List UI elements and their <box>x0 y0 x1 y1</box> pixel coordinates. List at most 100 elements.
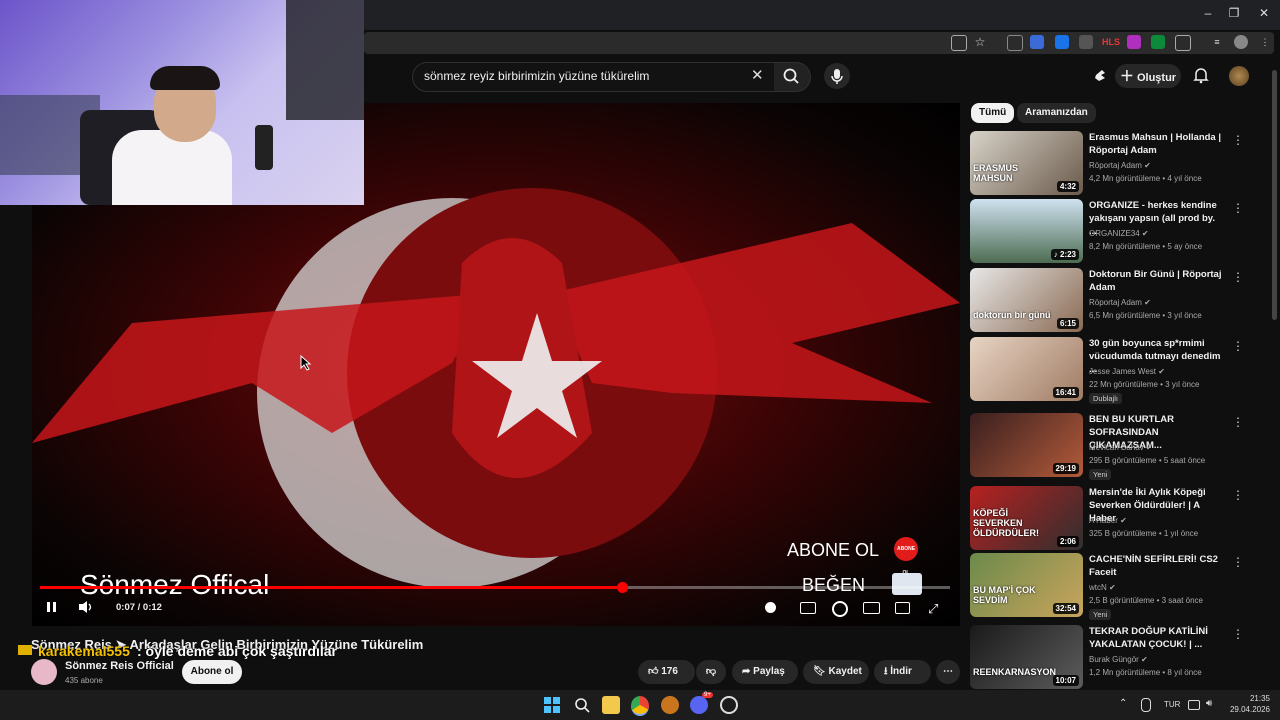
subscribe-button[interactable]: Abone ol <box>182 660 242 684</box>
clock-time[interactable]: 21:35 <box>1232 694 1270 703</box>
media-control-icon[interactable]: ≡ <box>1210 35 1224 49</box>
theater-mode-icon[interactable] <box>863 602 880 614</box>
page-scrollbar[interactable] <box>1272 70 1277 320</box>
bookmark-star-icon[interactable]: ☆ <box>973 35 987 49</box>
recommendation-thumbnail[interactable]: ♪ 2:23 <box>970 199 1083 263</box>
save-label: Kaydet <box>828 666 862 677</box>
pause-button[interactable] <box>46 601 58 613</box>
create-button[interactable]: ＋ Oluştur <box>1115 64 1181 88</box>
account-avatar[interactable] <box>1229 66 1249 86</box>
tray-chevron-up-icon[interactable]: ⌃ <box>1119 698 1127 709</box>
more-vertical-icon[interactable]: ⋮ <box>1232 339 1244 353</box>
like-button[interactable]: 👍︎ 176 <box>638 660 695 684</box>
recommendation-item[interactable]: 29:19 BEN BU KURTLAR SOFRASINDAN ÇIKAMAZS… <box>970 413 1270 480</box>
extension-icon[interactable] <box>1127 35 1141 49</box>
recommendation-channel[interactable]: ORGANIZE34 ✔ <box>1089 227 1239 240</box>
calendar-extension-icon[interactable] <box>1055 35 1069 49</box>
clear-search-icon[interactable]: ✕ <box>751 66 764 84</box>
recommendation-thumbnail[interactable]: 29:19 <box>970 413 1083 477</box>
recommendation-channel[interactable]: Röportaj Adam ✔ <box>1089 159 1239 172</box>
autoplay-toggle[interactable] <box>765 602 776 613</box>
chrome-icon[interactable] <box>631 696 649 716</box>
extension-icon[interactable] <box>1151 35 1165 49</box>
chip-all[interactable]: Tümü <box>971 103 1015 123</box>
channel-name[interactable]: Sönmez Reis Official <box>65 660 174 672</box>
cast-icon[interactable] <box>895 602 910 614</box>
progress-bar-track[interactable] <box>40 582 950 593</box>
download-button[interactable]: ⭳ İndir <box>874 660 931 684</box>
recommendation-item[interactable]: 16:41 30 gün boyunca sp*rmimi vücudumda t… <box>970 337 1270 404</box>
recommendation-title[interactable]: TEKRAR DOĞUP KATİLİNİ YAKALATAN ÇOCUK! |… <box>1089 625 1225 651</box>
more-vertical-icon[interactable]: ⋮ <box>1232 133 1244 147</box>
recommendation-channel[interactable]: A Haber ✔ <box>1089 514 1239 527</box>
discord-icon[interactable] <box>690 696 708 714</box>
recommendation-channel[interactable]: wtcN ✔ <box>1089 581 1239 594</box>
translate-extension-icon[interactable] <box>1030 35 1044 49</box>
more-actions-button[interactable]: ⋯ <box>936 660 960 684</box>
fullscreen-icon[interactable]: ⤢ <box>928 601 938 617</box>
shorts-icon[interactable] <box>1092 67 1108 83</box>
steam-icon[interactable] <box>720 696 738 714</box>
more-vertical-icon[interactable]: ⋮ <box>1232 201 1244 215</box>
more-vertical-icon[interactable]: ⋮ <box>1232 415 1244 429</box>
recommendation-item[interactable]: ♪ 2:23 ORGANIZE - herkes kendine yakışanı… <box>970 199 1270 265</box>
recommendation-channel[interactable]: Mevlcan Bahav ✔ <box>1089 441 1239 454</box>
recommendation-thumbnail[interactable]: 16:41 <box>970 337 1083 401</box>
share-button[interactable]: ➦ Paylaş <box>732 660 798 684</box>
more-vertical-icon[interactable]: ⋮ <box>1232 270 1244 284</box>
recommendation-item[interactable]: doktorun bir günü 6:15 Doktorun Bir Günü |… <box>970 268 1270 334</box>
tray-microphone-icon[interactable] <box>1141 698 1151 712</box>
minimize-button[interactable]: – <box>1198 6 1218 20</box>
windows-start-icon[interactable] <box>543 696 561 714</box>
notifications-bell-icon[interactable] <box>1192 66 1210 84</box>
volume-button[interactable] <box>78 600 94 614</box>
recommendation-thumbnail[interactable]: ERASMUS MAHSUN 4:32 <box>970 131 1083 195</box>
duration-badge: 4:32 <box>1056 181 1079 192</box>
language-indicator[interactable]: TUR <box>1164 700 1180 709</box>
recommendation-item[interactable]: ERASMUS MAHSUN 4:32 Erasmus Mahsun | Holla… <box>970 131 1270 197</box>
recommendation-thumbnail[interactable]: doktorun bir günü 6:15 <box>970 268 1083 332</box>
discord-notification-badge: 9+ <box>702 692 713 698</box>
profile-avatar-icon[interactable] <box>1234 35 1248 49</box>
recommendation-title[interactable]: Doktorun Bir Günü | Röportaj Adam <box>1089 268 1225 294</box>
recommendation-item[interactable]: KÖPEĞİ SEVERKEN ÖLDÜRDÜLER! 2:06 Mersin'de… <box>970 486 1270 552</box>
taskbar-app-icon[interactable] <box>661 696 679 714</box>
download-extension-icon[interactable] <box>1079 35 1093 49</box>
duration-badge: 2:06 <box>1056 536 1079 547</box>
taskbar-search-icon[interactable] <box>573 696 591 714</box>
close-window-button[interactable]: ✕ <box>1254 6 1274 20</box>
tray-network-icon[interactable] <box>1188 700 1200 710</box>
channel-avatar[interactable] <box>31 659 57 685</box>
search-button[interactable] <box>774 62 811 92</box>
file-explorer-icon[interactable] <box>602 696 620 714</box>
recommendation-thumbnail[interactable]: REENKARNASYON 10:07 <box>970 625 1083 689</box>
recommendation-thumbnail[interactable]: BU MAP'İ ÇOK SEVDİM 32:54 <box>970 553 1083 617</box>
chip-from-search[interactable]: Aramanızdan <box>1017 103 1096 123</box>
recommendation-title[interactable]: Erasmus Mahsun | Hollanda | Röportaj Ada… <box>1089 131 1225 157</box>
install-app-icon[interactable] <box>951 35 967 51</box>
recommendation-channel[interactable]: Jesse James West ✔ <box>1089 365 1239 378</box>
recommendation-channel[interactable]: Burak Güngör ✔ <box>1089 653 1239 666</box>
browser-menu-icon[interactable]: ⋮ <box>1258 35 1272 49</box>
voice-search-button[interactable] <box>824 63 850 89</box>
more-vertical-icon[interactable]: ⋮ <box>1232 627 1244 641</box>
settings-gear-icon[interactable] <box>832 601 848 617</box>
maximize-button[interactable]: ❐ <box>1224 6 1244 20</box>
more-vertical-icon[interactable]: ⋮ <box>1232 488 1244 502</box>
puzzle-icon[interactable] <box>1175 35 1191 51</box>
recommendation-item[interactable]: REENKARNASYON 10:07 TEKRAR DOĞUP KATİLİNİ … <box>970 625 1270 691</box>
volume-icon <box>79 601 92 613</box>
hls-extension-icon[interactable]: HLS <box>1102 35 1120 49</box>
dislike-button[interactable]: 👎︎ <box>696 660 726 684</box>
save-button[interactable]: 🔖︎ Kaydet <box>803 660 869 684</box>
clock-date[interactable]: 29.04.2026 <box>1225 705 1270 714</box>
extension-icon[interactable] <box>1007 35 1023 51</box>
duration-badge: 16:41 <box>1052 387 1079 398</box>
recommendation-title[interactable]: CACHE'NİN SEFİRLERİ! CS2 Faceit <box>1089 553 1225 579</box>
recommendation-thumbnail[interactable]: KÖPEĞİ SEVERKEN ÖLDÜRDÜLER! 2:06 <box>970 486 1083 550</box>
more-vertical-icon[interactable]: ⋮ <box>1232 555 1244 569</box>
recommendation-channel[interactable]: Röportaj Adam ✔ <box>1089 296 1239 309</box>
recommendation-item[interactable]: BU MAP'İ ÇOK SEVDİM 32:54 CACHE'NİN SEFİRL… <box>970 553 1270 620</box>
tray-volume-icon[interactable]: 🔊︎ <box>1206 698 1212 709</box>
subtitles-icon[interactable] <box>800 602 816 614</box>
